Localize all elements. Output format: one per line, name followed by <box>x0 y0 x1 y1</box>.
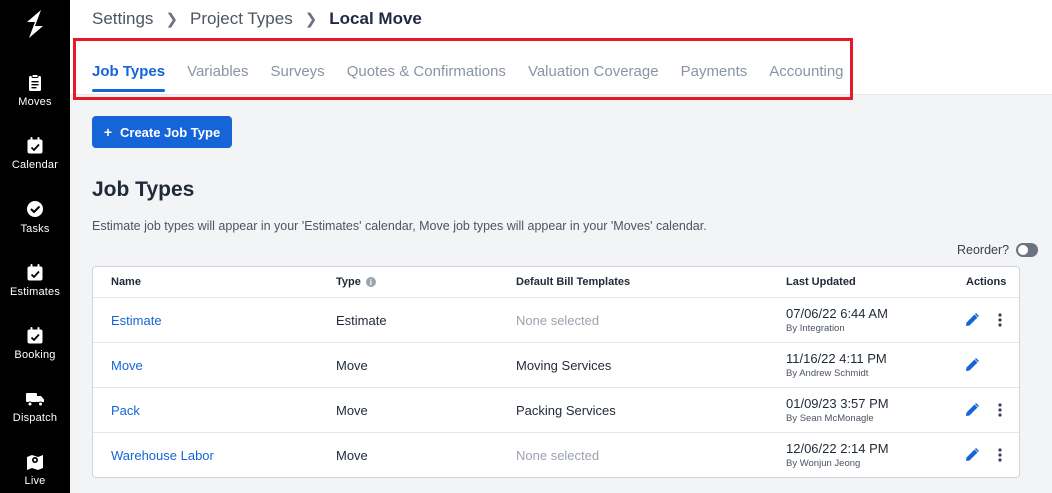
calendar-check-icon <box>27 264 43 281</box>
sidebar-item-tasks[interactable]: Tasks <box>0 200 70 235</box>
column-header-type: Type i <box>336 276 376 288</box>
job-type-name-link[interactable]: Estimate <box>111 313 162 328</box>
more-vertical-icon[interactable] <box>992 312 1008 328</box>
pencil-icon[interactable] <box>964 357 980 373</box>
chevron-right-icon: ❯ <box>304 11 318 28</box>
sidebar-item-label: Dispatch <box>12 412 58 424</box>
table-row: Warehouse Labor Move None selected 12/06… <box>93 433 1019 478</box>
job-type-type: Move <box>336 448 368 463</box>
job-type-name-link[interactable]: Pack <box>111 403 140 418</box>
sidebar-item-label: Tasks <box>20 223 50 235</box>
page-header: Settings ❯ Project Types ❯ Local Move Jo… <box>70 0 1052 100</box>
job-types-table: Name Type i Default Bill Templates Last … <box>92 266 1020 478</box>
job-type-type: Move <box>336 403 368 418</box>
plus-icon: + <box>103 124 112 140</box>
column-header-templates: Default Bill Templates <box>516 276 631 288</box>
truck-icon <box>26 393 44 407</box>
tab-payments[interactable]: Payments <box>681 63 748 80</box>
breadcrumb-current: Local Move <box>329 9 422 28</box>
updated-time: 12/06/22 2:14 PM <box>786 441 889 456</box>
page-description: Estimate job types will appear in your '… <box>92 219 707 233</box>
updated-by: By Sean McMonagle <box>786 413 874 424</box>
sidebar-item-label: Calendar <box>11 159 59 171</box>
breadcrumb-project-types[interactable]: Project Types <box>190 9 293 29</box>
create-job-type-label: Create Job Type <box>120 124 221 140</box>
sidebar: Moves Calendar Tasks Estimates Booking D… <box>0 0 70 493</box>
table-row: Move Move Moving Services 11/16/22 4:11 … <box>93 343 1019 388</box>
tab-bar: Job Types Variables Surveys Quotes & Con… <box>92 63 866 92</box>
clipboard-icon <box>29 74 41 91</box>
tab-job-types[interactable]: Job Types <box>92 63 166 92</box>
breadcrumb-settings[interactable]: Settings <box>92 9 153 29</box>
column-header-type-label: Type <box>336 276 361 288</box>
updated-by: By Andrew Schmidt <box>786 368 869 379</box>
sidebar-item-moves[interactable]: Moves <box>0 73 70 108</box>
column-header-updated: Last Updated <box>786 276 856 288</box>
job-type-updated: 12/06/22 2:14 PM By Wonjun Jeong <box>786 441 889 469</box>
updated-by: By Wonjun Jeong <box>786 458 861 469</box>
sidebar-item-label: Live <box>24 475 46 487</box>
updated-by: By Integration <box>786 323 845 334</box>
sidebar-item-calendar[interactable]: Calendar <box>0 136 70 171</box>
job-type-type: Move <box>336 358 368 373</box>
job-type-updated: 11/16/22 4:11 PM By Andrew Schmidt <box>786 351 887 379</box>
column-header-name: Name <box>111 276 141 288</box>
updated-time: 07/06/22 6:44 AM <box>786 306 888 321</box>
reorder-control: Reorder? <box>957 243 1039 257</box>
tab-valuation-coverage[interactable]: Valuation Coverage <box>528 63 659 80</box>
pencil-icon[interactable] <box>964 312 980 328</box>
tab-surveys[interactable]: Surveys <box>271 63 325 80</box>
check-circle-icon <box>27 201 43 217</box>
sidebar-item-dispatch[interactable]: Dispatch <box>0 389 70 424</box>
table-row: Pack Move Packing Services 01/09/23 3:57… <box>93 388 1019 433</box>
table-header: Name Type i Default Bill Templates Last … <box>93 267 1019 298</box>
sidebar-item-label: Moves <box>18 96 52 108</box>
job-type-templates: None selected <box>516 448 600 463</box>
job-type-type: Estimate <box>336 313 387 328</box>
job-type-name-link[interactable]: Move <box>111 358 143 373</box>
job-type-name-link[interactable]: Warehouse Labor <box>111 448 214 463</box>
tab-variables[interactable]: Variables <box>187 63 248 80</box>
toggle-knob <box>1018 245 1029 255</box>
reorder-label: Reorder? <box>957 243 1010 257</box>
breadcrumb: Settings ❯ Project Types ❯ Local Move <box>92 9 422 29</box>
calendar-check-icon <box>27 327 43 344</box>
sidebar-item-label: Estimates <box>9 286 61 298</box>
pencil-icon[interactable] <box>964 402 980 418</box>
updated-time: 11/16/22 4:11 PM <box>786 351 887 366</box>
sidebar-item-label: Booking <box>14 349 56 361</box>
app-logo[interactable] <box>19 8 51 40</box>
job-type-templates: Moving Services <box>516 358 612 373</box>
info-icon[interactable]: i <box>365 277 376 287</box>
pencil-icon[interactable] <box>964 447 980 463</box>
calendar-check-icon <box>27 137 43 154</box>
column-header-actions: Actions <box>966 276 1007 288</box>
tab-accounting[interactable]: Accounting <box>769 63 843 80</box>
job-type-templates: None selected <box>516 313 600 328</box>
chevron-right-icon: ❯ <box>165 11 179 28</box>
tab-quotes-confirmations[interactable]: Quotes & Confirmations <box>347 63 506 80</box>
sidebar-item-estimates[interactable]: Estimates <box>0 263 70 298</box>
job-type-updated: 07/06/22 6:44 AM By Integration <box>786 306 888 334</box>
sidebar-item-live[interactable]: Live <box>0 452 70 487</box>
more-vertical-icon[interactable] <box>992 402 1008 418</box>
page-title: Job Types <box>92 178 195 201</box>
map-icon <box>27 455 43 470</box>
more-vertical-icon[interactable] <box>992 447 1008 463</box>
job-type-updated: 01/09/23 3:57 PM By Sean McMonagle <box>786 396 889 424</box>
reorder-toggle[interactable] <box>1016 243 1039 257</box>
job-type-templates: Packing Services <box>516 403 616 418</box>
table-row: Estimate Estimate None selected 07/06/22… <box>93 298 1019 343</box>
create-job-type-button[interactable]: + Create Job Type <box>92 116 232 148</box>
updated-time: 01/09/23 3:57 PM <box>786 396 889 411</box>
sidebar-item-booking[interactable]: Booking <box>0 326 70 361</box>
